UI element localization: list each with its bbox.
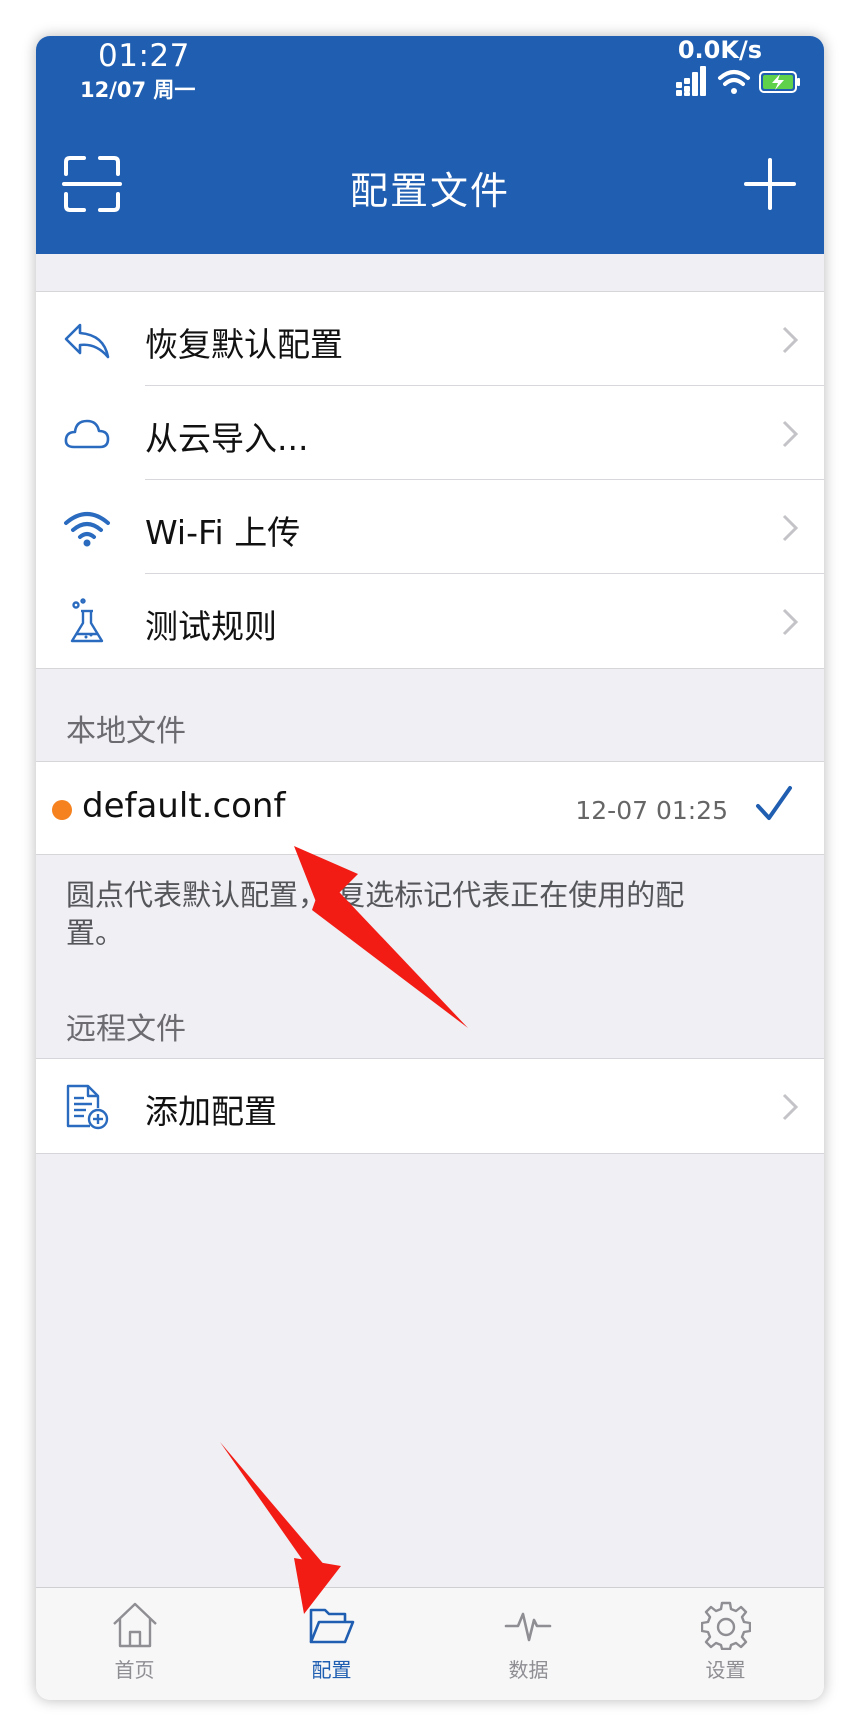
undo-icon xyxy=(64,323,110,359)
signal-icon xyxy=(676,66,706,96)
chevron-right-icon xyxy=(782,420,799,448)
restore-default-row[interactable]: 恢复默认配置 xyxy=(36,292,824,386)
tab-bar: 首页 配置 数据 设置 xyxy=(36,1587,824,1700)
remote-group: 添加配置 xyxy=(36,1058,824,1154)
tab-home-label: 首页 xyxy=(114,1658,155,1682)
local-files-header: 本地文件 xyxy=(66,714,186,749)
add-config-label: 添加配置 xyxy=(145,1092,277,1131)
home-icon xyxy=(113,1602,157,1648)
status-date: 12/07 周一 xyxy=(80,78,196,102)
tab-config-label: 配置 xyxy=(311,1658,352,1682)
file-name: default.conf xyxy=(82,786,286,826)
annotation-arrows xyxy=(220,846,468,1614)
import-from-cloud-label: 从云导入... xyxy=(145,419,309,458)
add-config-row[interactable]: 添加配置 xyxy=(36,1059,824,1153)
chevron-right-icon xyxy=(782,1093,799,1121)
local-files-footnote: 圆点代表默认配置， 复选标记代表正在使用的配置。 xyxy=(66,878,685,950)
wifi-icon xyxy=(718,70,750,94)
status-bar: 01:27 12/07 周一 0.0K/s xyxy=(36,36,824,116)
wifi-icon xyxy=(64,512,110,547)
tab-data-label: 数据 xyxy=(508,1658,549,1682)
remote-files-header: 远程文件 xyxy=(66,1012,186,1047)
cloud-icon xyxy=(64,419,110,449)
plus-icon[interactable] xyxy=(740,154,800,214)
phone-screen: 01:27 12/07 周一 0.0K/s 配置文件 恢复默认配置 从云导入..… xyxy=(36,36,824,1700)
tab-data[interactable]: 数据 xyxy=(430,1588,627,1700)
wifi-upload-label: Wi-Fi 上传 xyxy=(145,513,301,552)
tab-settings-label: 设置 xyxy=(705,1658,746,1682)
test-rules-row[interactable]: 测试规则 xyxy=(36,574,824,668)
status-icons xyxy=(676,66,800,96)
flask-icon xyxy=(70,598,104,643)
import-from-cloud-row[interactable]: 从云导入... xyxy=(36,386,824,480)
battery-charging-icon xyxy=(759,71,800,93)
test-rules-label: 测试规则 xyxy=(145,607,277,646)
document-add-icon xyxy=(66,1084,109,1130)
file-date: 12-07 01:25 xyxy=(575,796,728,825)
status-net-speed: 0.0K/s xyxy=(677,36,762,64)
tab-config[interactable]: 配置 xyxy=(233,1588,430,1700)
actions-group: 恢复默认配置 从云导入... Wi-Fi 上传 测试规则 xyxy=(36,291,824,669)
file-row-default-conf[interactable]: default.conf 12-07 01:25 xyxy=(36,761,824,855)
page-title: 配置文件 xyxy=(349,169,510,213)
chevron-right-icon xyxy=(782,608,799,636)
chevron-right-icon xyxy=(782,514,799,542)
wifi-upload-row[interactable]: Wi-Fi 上传 xyxy=(36,480,824,574)
folder-icon xyxy=(309,1608,355,1644)
checkmark-icon xyxy=(756,786,792,820)
pulse-icon xyxy=(504,1612,552,1642)
tab-settings[interactable]: 设置 xyxy=(627,1588,824,1700)
chevron-right-icon xyxy=(782,326,799,354)
nav-bar: 配置文件 xyxy=(36,116,824,254)
default-dot xyxy=(52,800,72,820)
restore-default-label: 恢复默认配置 xyxy=(145,325,343,364)
status-time: 01:27 xyxy=(98,38,190,74)
gear-icon xyxy=(701,1601,751,1650)
tab-home[interactable]: 首页 xyxy=(36,1588,233,1700)
